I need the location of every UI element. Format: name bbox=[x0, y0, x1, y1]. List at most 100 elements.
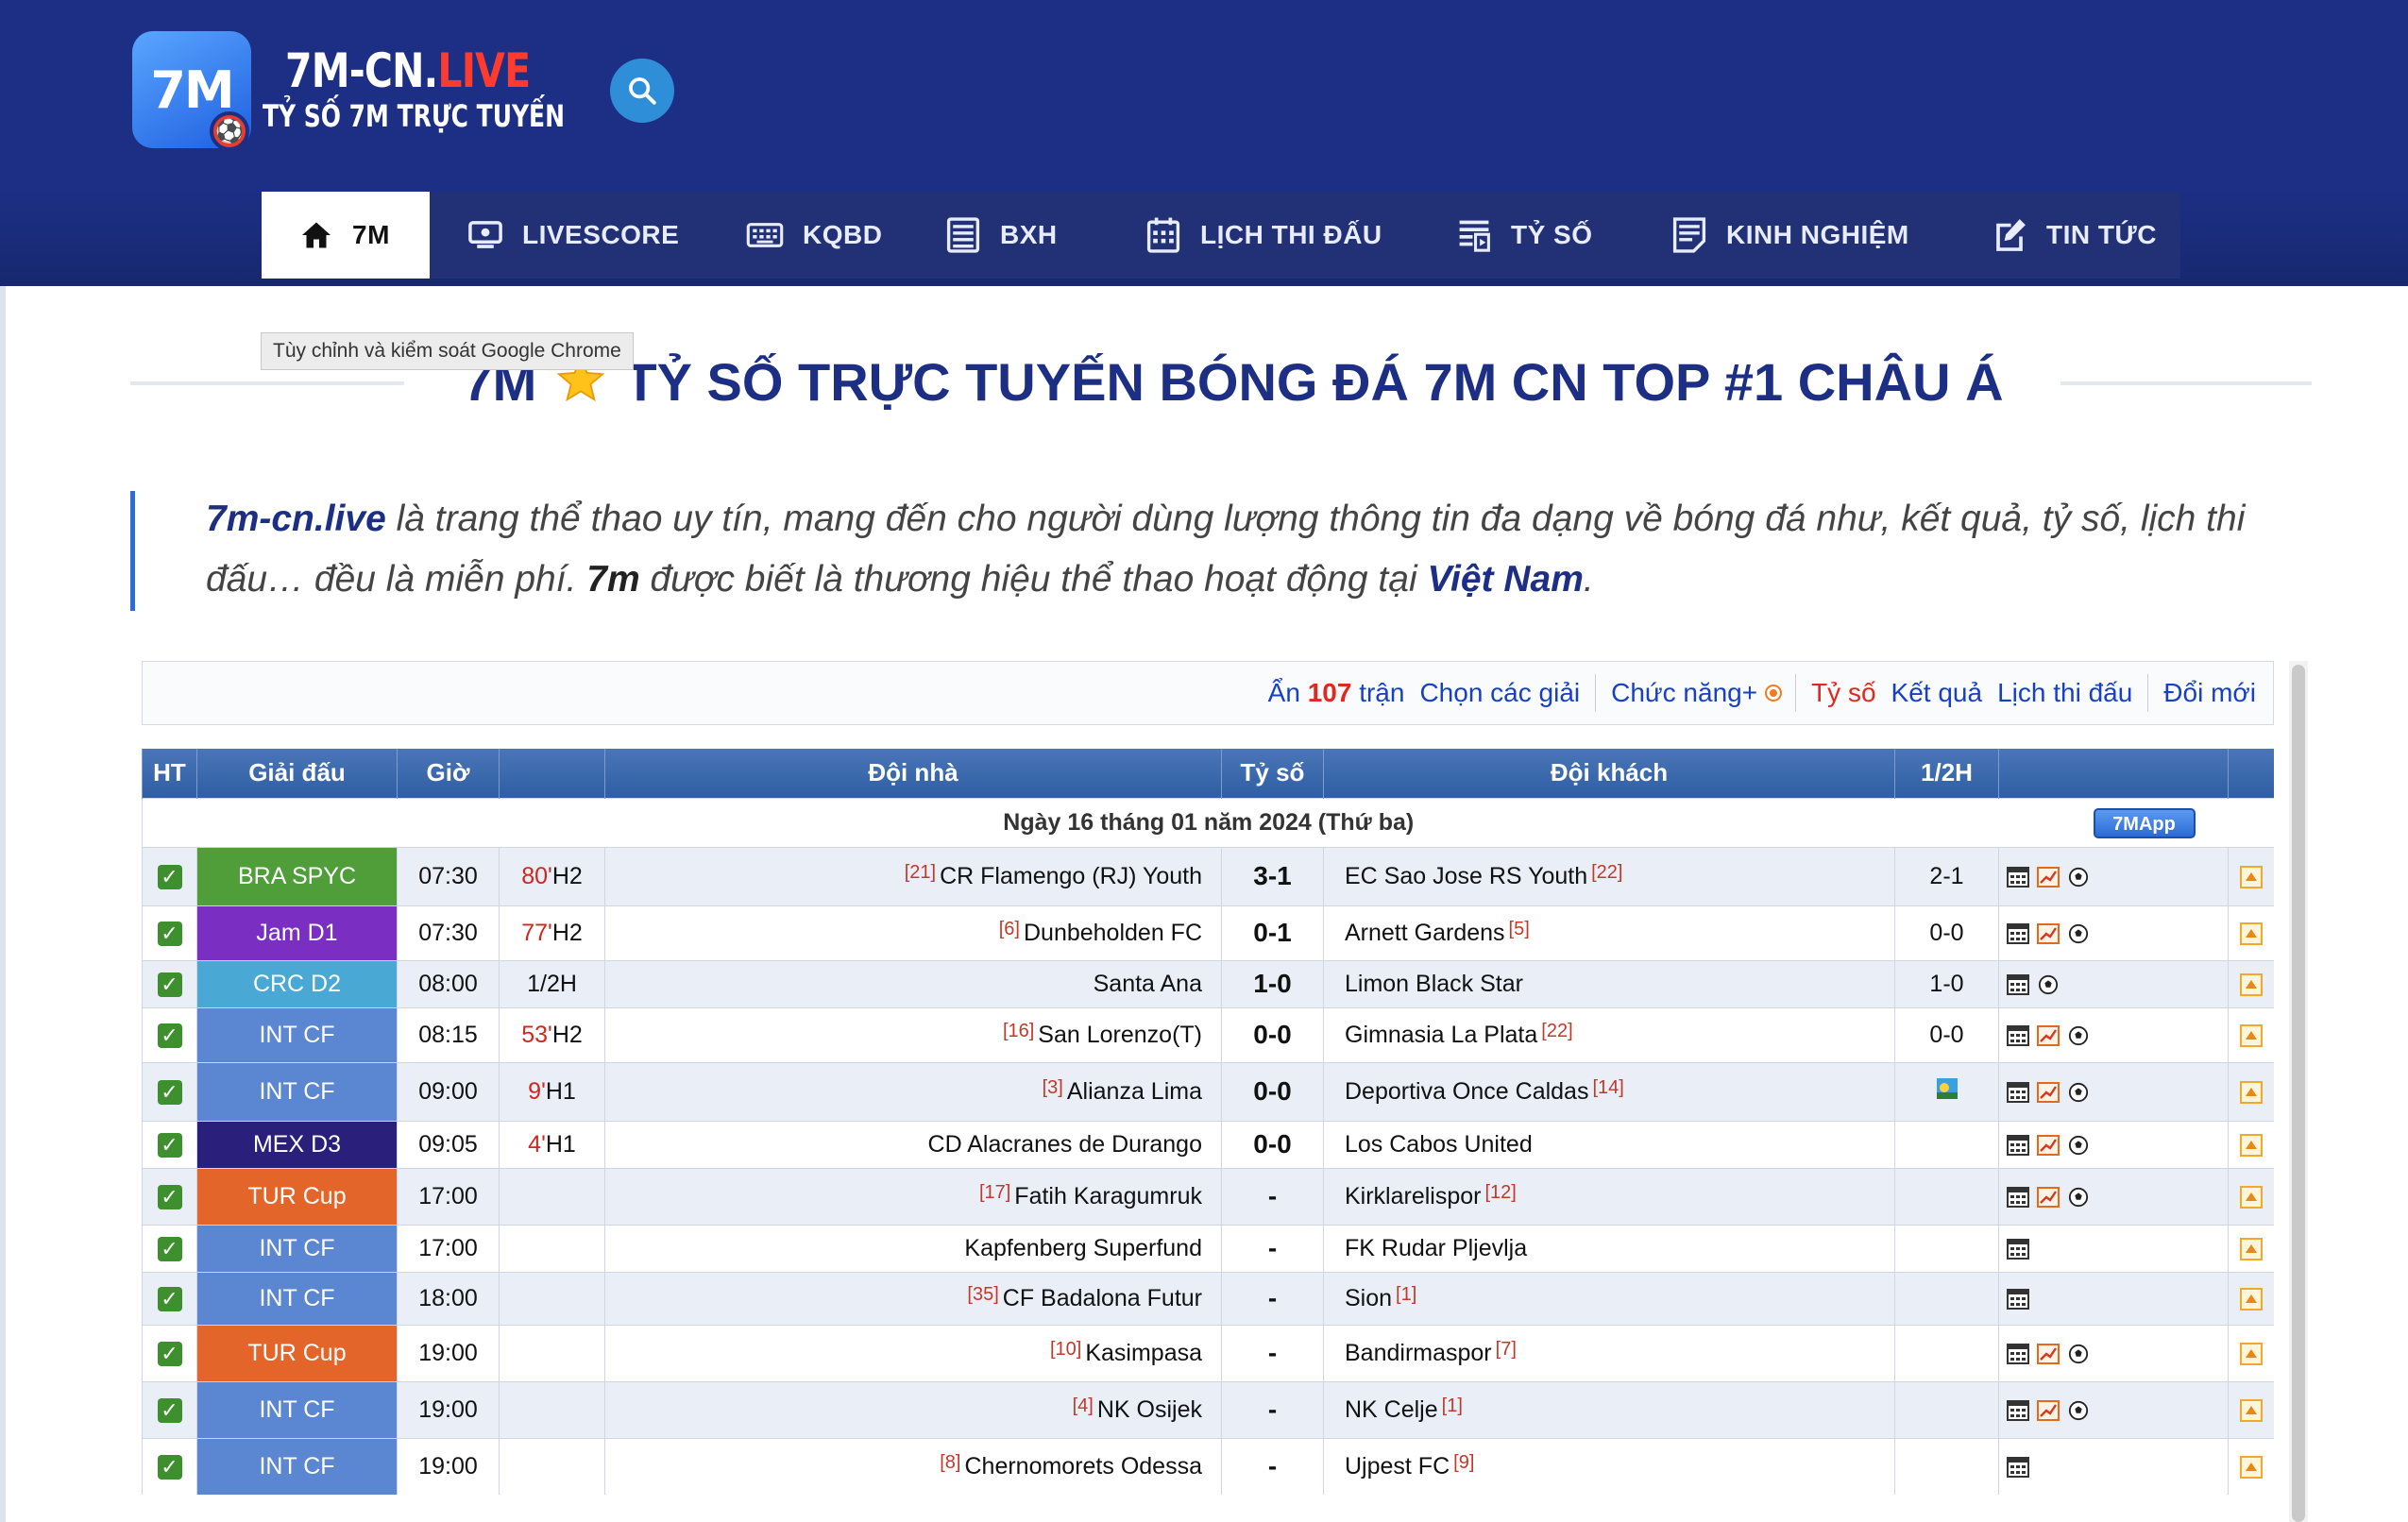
checkbox-checked-icon[interactable]: ✓ bbox=[157, 1132, 182, 1158]
pin-cell[interactable] bbox=[2228, 959, 2274, 1007]
away-team-cell[interactable]: Gimnasia La Plata [22] bbox=[1323, 1006, 1895, 1062]
odds-table-icon[interactable] bbox=[2007, 1399, 2029, 1421]
odds-table-icon[interactable] bbox=[2007, 973, 2029, 995]
ht-cell[interactable]: ✓ bbox=[142, 905, 197, 960]
checkbox-checked-icon[interactable]: ✓ bbox=[157, 1184, 182, 1209]
ht-cell[interactable]: ✓ bbox=[142, 1167, 197, 1225]
pin-cell[interactable] bbox=[2228, 1437, 2274, 1495]
table-row[interactable]: ✓ INT CF 09:00 9'H1 [3] Alianza Lima 0-0 Deport… bbox=[142, 1061, 2274, 1121]
home-team-cell[interactable]: Kapfenberg Superfund bbox=[604, 1224, 1222, 1272]
table-row[interactable]: ✓ INT CF 19:00 [8] Chernomorets Odessa - Ujpes… bbox=[142, 1437, 2274, 1495]
analysis-chart-icon[interactable] bbox=[2037, 1343, 2060, 1364]
match-score[interactable]: - bbox=[1221, 1324, 1324, 1381]
league-badge[interactable]: Jam D1 bbox=[196, 905, 398, 960]
nav-item-7m[interactable]: 7M bbox=[262, 192, 430, 279]
match-score[interactable]: 0-0 bbox=[1221, 1061, 1324, 1121]
away-team-cell[interactable]: Arnett Gardens [5] bbox=[1323, 905, 1895, 960]
refresh-link[interactable]: Đổi mới bbox=[2163, 678, 2256, 708]
table-row[interactable]: ✓ BRA SPYC 07:30 80'H2 [21] CR Flamengo (RJ) … bbox=[142, 846, 2274, 905]
odds-table-icon[interactable] bbox=[2007, 922, 2029, 944]
match-score[interactable]: 0-0 bbox=[1221, 1006, 1324, 1062]
pin-cell[interactable] bbox=[2228, 1271, 2274, 1325]
pin-to-top-icon[interactable] bbox=[2240, 1456, 2264, 1480]
match-score[interactable]: 3-1 bbox=[1221, 846, 1324, 905]
pin-cell[interactable] bbox=[2228, 1380, 2274, 1438]
home-team-cell[interactable]: [6] Dunbeholden FC bbox=[604, 905, 1222, 960]
away-team-cell[interactable]: Deportiva Once Caldas [14] bbox=[1323, 1061, 1895, 1121]
match-score[interactable]: - bbox=[1221, 1437, 1324, 1495]
checkbox-checked-icon[interactable]: ✓ bbox=[157, 1397, 182, 1423]
match-score[interactable]: - bbox=[1221, 1271, 1324, 1325]
checkbox-checked-icon[interactable]: ✓ bbox=[157, 1236, 182, 1261]
scrollbar-thumb[interactable] bbox=[2292, 665, 2305, 1522]
table-row[interactable]: ✓ TUR Cup 19:00 [10] Kasimpasa - Bandirmaspor[… bbox=[142, 1324, 2274, 1381]
away-team-cell[interactable]: FK Rudar Pljevlja bbox=[1323, 1224, 1895, 1272]
home-team-cell[interactable]: [35] CF Badalona Futur bbox=[604, 1271, 1222, 1325]
checkbox-checked-icon[interactable]: ✓ bbox=[157, 864, 182, 889]
intro-site-name[interactable]: 7m-cn.live bbox=[206, 499, 386, 539]
analysis-chart-icon[interactable] bbox=[2037, 922, 2060, 944]
pin-cell[interactable] bbox=[2228, 1224, 2274, 1272]
checkbox-checked-icon[interactable]: ✓ bbox=[157, 1023, 182, 1048]
pin-cell[interactable] bbox=[2228, 1061, 2274, 1121]
table-row[interactable]: ✓ Jam D1 07:30 77'H2 [6] Dunbeholden FC 0-1 Arn… bbox=[142, 905, 2274, 960]
ht-cell[interactable]: ✓ bbox=[142, 1120, 197, 1168]
intro-country[interactable]: Việt Nam bbox=[1427, 559, 1583, 600]
league-badge[interactable]: TUR Cup bbox=[196, 1324, 398, 1381]
analysis-chart-icon[interactable] bbox=[2037, 866, 2060, 888]
away-team-cell[interactable]: Limon Black Star bbox=[1323, 959, 1895, 1007]
league-badge[interactable]: INT CF bbox=[196, 1006, 398, 1062]
league-badge[interactable]: TUR Cup bbox=[196, 1167, 398, 1225]
league-badge[interactable]: INT CF bbox=[196, 1437, 398, 1495]
ht-cell[interactable]: ✓ bbox=[142, 1061, 197, 1121]
league-badge[interactable]: INT CF bbox=[196, 1061, 398, 1121]
analysis-chart-icon[interactable] bbox=[2037, 1134, 2060, 1156]
ht-cell[interactable]: ✓ bbox=[142, 1271, 197, 1325]
odds-table-icon[interactable] bbox=[2007, 1186, 2029, 1208]
home-team-cell[interactable]: CD Alacranes de Durango bbox=[604, 1120, 1222, 1168]
7mapp-badge[interactable]: 7MApp bbox=[2093, 807, 2196, 838]
odds-table-icon[interactable] bbox=[2007, 866, 2029, 888]
nav-item-kinh-nghiem[interactable]: KINH NGHIỆM bbox=[1632, 192, 1954, 279]
pin-cell[interactable] bbox=[2228, 1120, 2274, 1168]
live-ball-icon[interactable] bbox=[2067, 1344, 2090, 1364]
nav-item-tin-tuc[interactable]: TIN TỨC bbox=[1954, 192, 2180, 279]
table-row[interactable]: ✓ CRC D2 08:00 1/2H Santa Ana 1-0 Limon Black … bbox=[142, 959, 2274, 1007]
pin-to-top-icon[interactable] bbox=[2240, 1185, 2264, 1209]
league-badge[interactable]: BRA SPYC bbox=[196, 846, 398, 905]
pin-to-top-icon[interactable] bbox=[2240, 1237, 2264, 1260]
ht-cell[interactable]: ✓ bbox=[142, 959, 197, 1007]
nav-item-kqbd[interactable]: KQBD bbox=[706, 192, 913, 279]
pin-to-top-icon[interactable] bbox=[2240, 1342, 2264, 1365]
league-badge[interactable]: CRC D2 bbox=[196, 959, 398, 1007]
pin-cell[interactable] bbox=[2228, 1167, 2274, 1225]
live-ball-icon[interactable] bbox=[2067, 1082, 2090, 1103]
league-badge[interactable]: INT CF bbox=[196, 1271, 398, 1325]
analysis-chart-icon[interactable] bbox=[2037, 1399, 2060, 1421]
home-team-cell[interactable]: [10] Kasimpasa bbox=[604, 1324, 1222, 1381]
match-score[interactable]: 0-0 bbox=[1221, 1120, 1324, 1168]
header-league[interactable]: Giải đấu bbox=[196, 749, 398, 798]
odds-table-icon[interactable] bbox=[2007, 1024, 2029, 1046]
pin-cell[interactable] bbox=[2228, 905, 2274, 960]
pin-cell[interactable] bbox=[2228, 1006, 2274, 1062]
results-tab[interactable]: Kết quả bbox=[1891, 678, 1983, 708]
live-ball-icon[interactable] bbox=[2067, 867, 2090, 888]
nav-item-lich-thi-dau[interactable]: LỊCH THI ĐẤU bbox=[1104, 192, 1418, 279]
odds-table-icon[interactable] bbox=[2007, 1288, 2029, 1310]
search-button[interactable] bbox=[610, 59, 674, 123]
live-ball-icon[interactable] bbox=[2067, 923, 2090, 944]
choose-league-link[interactable]: Chọn các giải bbox=[1419, 678, 1580, 708]
nav-item-ty-so[interactable]: TỶ SỐ bbox=[1418, 192, 1632, 279]
nav-item-livescore[interactable]: LIVESCORE bbox=[430, 192, 706, 279]
away-team-cell[interactable]: EC Sao Jose RS Youth [22] bbox=[1323, 846, 1895, 905]
hide-matches-link[interactable]: Ẩn 107 trận bbox=[1268, 678, 1405, 708]
pin-to-top-icon[interactable] bbox=[2240, 922, 2264, 945]
away-team-cell[interactable]: Bandirmaspor [7] bbox=[1323, 1324, 1895, 1381]
table-row[interactable]: ✓ INT CF 18:00 [35] CF Badalona Futur - Sion [1… bbox=[142, 1271, 2274, 1325]
odds-table-icon[interactable] bbox=[2007, 1343, 2029, 1364]
live-ball-icon[interactable] bbox=[2067, 1025, 2090, 1046]
live-ball-icon[interactable] bbox=[2067, 1187, 2090, 1208]
home-team-cell[interactable]: Santa Ana bbox=[604, 959, 1222, 1007]
match-score[interactable]: 0-1 bbox=[1221, 905, 1324, 960]
